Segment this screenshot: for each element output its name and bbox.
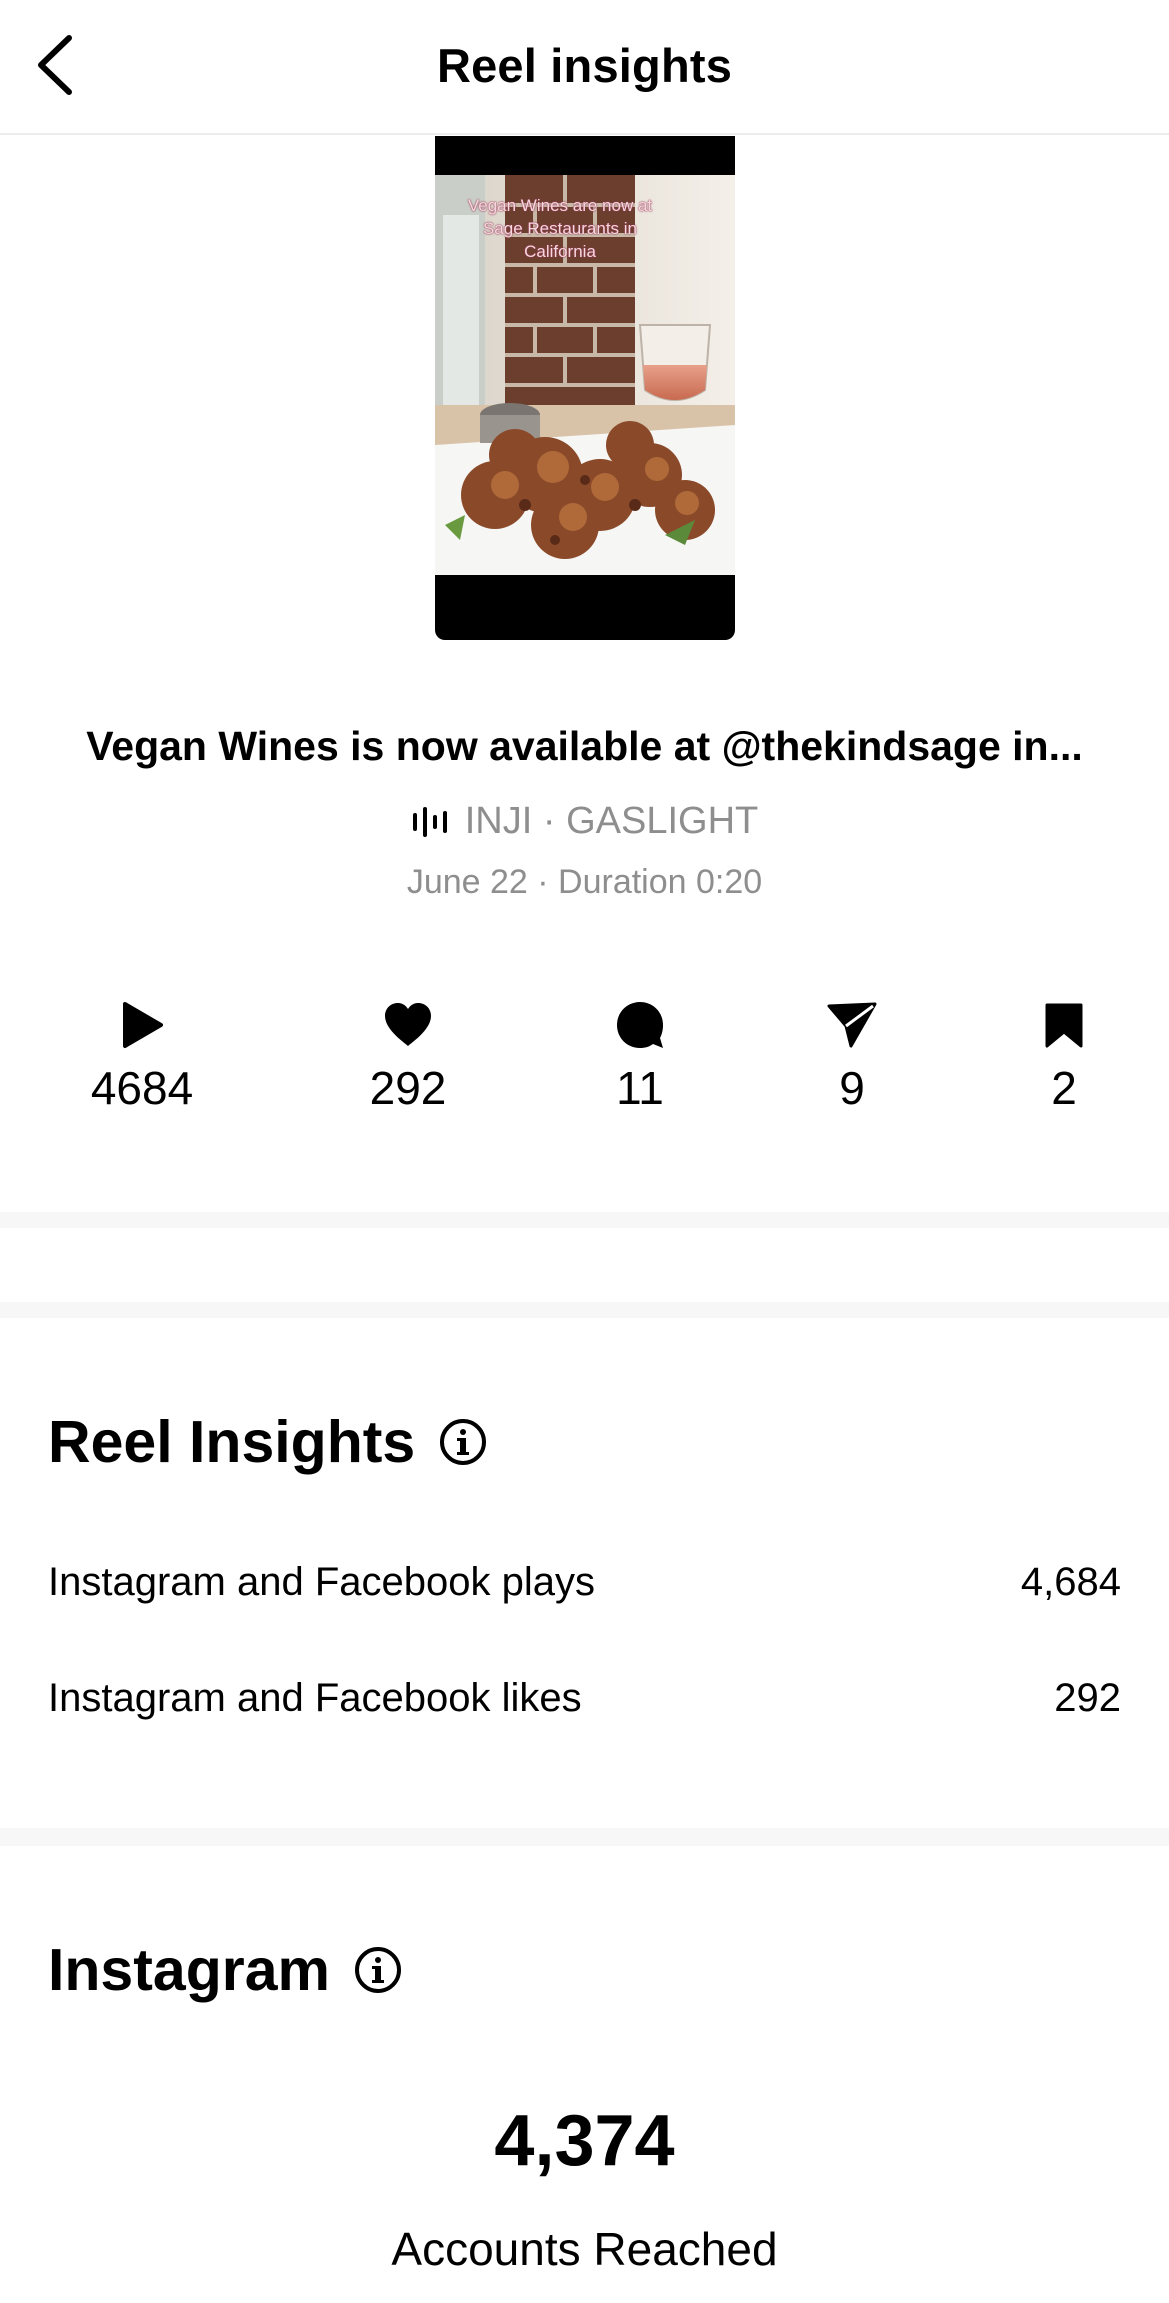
section-title: Reel Insights xyxy=(48,1409,416,1475)
bookmark-icon xyxy=(1045,1003,1083,1048)
thumbnail-overlay-text: Vegan Wines are now at Sage Restaurants … xyxy=(445,194,675,263)
stat-value: 11 xyxy=(616,1062,664,1114)
reel-thumbnail[interactable]: Vegan Wines are now at Sage Restaurants … xyxy=(435,136,735,640)
comment-icon xyxy=(617,1002,663,1048)
divider xyxy=(0,1212,1169,1228)
overlay-line: California xyxy=(524,242,596,261)
stat-value: 292 xyxy=(369,1062,447,1114)
audio-attribution[interactable]: INJI · GASLIGHT xyxy=(0,800,1169,843)
metric-label: Instagram and Facebook likes xyxy=(48,1676,582,1720)
page-title: Reel insights xyxy=(436,39,733,92)
stat-value: 9 xyxy=(839,1062,865,1114)
overlay-line: Sage Restaurants in xyxy=(482,219,638,238)
stat-comments: 11 xyxy=(530,995,750,1115)
section-title: Instagram xyxy=(48,1937,330,2003)
stats-row: 4684 292 11 9 2 xyxy=(0,995,1169,1125)
divider xyxy=(0,1828,1169,1846)
info-icon[interactable] xyxy=(439,1418,487,1466)
divider xyxy=(0,1302,1169,1318)
stat-likes: 292 xyxy=(298,995,518,1115)
metric-value: 4,684 xyxy=(1020,1560,1121,1604)
info-icon[interactable] xyxy=(354,1946,402,1994)
top-bar: Reel insights xyxy=(0,0,1169,135)
metric-row-likes: Instagram and Facebook likes 292 xyxy=(48,1676,1121,1721)
stat-saves: 2 xyxy=(954,995,1169,1115)
metric-value: 292 xyxy=(1054,1676,1121,1720)
instagram-heading: Instagram xyxy=(48,1936,402,2004)
reel-meta: June 22 · Duration 0:20 xyxy=(406,863,763,901)
stat-plays: 4684 xyxy=(32,995,252,1115)
accounts-reached-value: 4,374 xyxy=(494,2101,675,2181)
audio-wave-icon xyxy=(412,806,447,837)
audio-text: INJI · GASLIGHT xyxy=(464,800,759,842)
play-icon xyxy=(123,1002,163,1048)
reel-insights-heading: Reel Insights xyxy=(48,1408,487,1476)
share-icon xyxy=(827,1002,877,1048)
reel-caption: Vegan Wines is now available at @thekind… xyxy=(86,723,1083,769)
accounts-reached-label: Accounts Reached xyxy=(391,2223,778,2275)
overlay-line: Vegan Wines are now at xyxy=(467,196,653,215)
stat-value: 4684 xyxy=(90,1062,194,1114)
stat-value: 2 xyxy=(1051,1062,1077,1114)
metric-label: Instagram and Facebook plays xyxy=(48,1560,595,1604)
stat-shares: 9 xyxy=(742,995,962,1115)
metric-row-plays: Instagram and Facebook plays 4,684 xyxy=(48,1560,1121,1605)
heart-icon xyxy=(385,1003,431,1046)
